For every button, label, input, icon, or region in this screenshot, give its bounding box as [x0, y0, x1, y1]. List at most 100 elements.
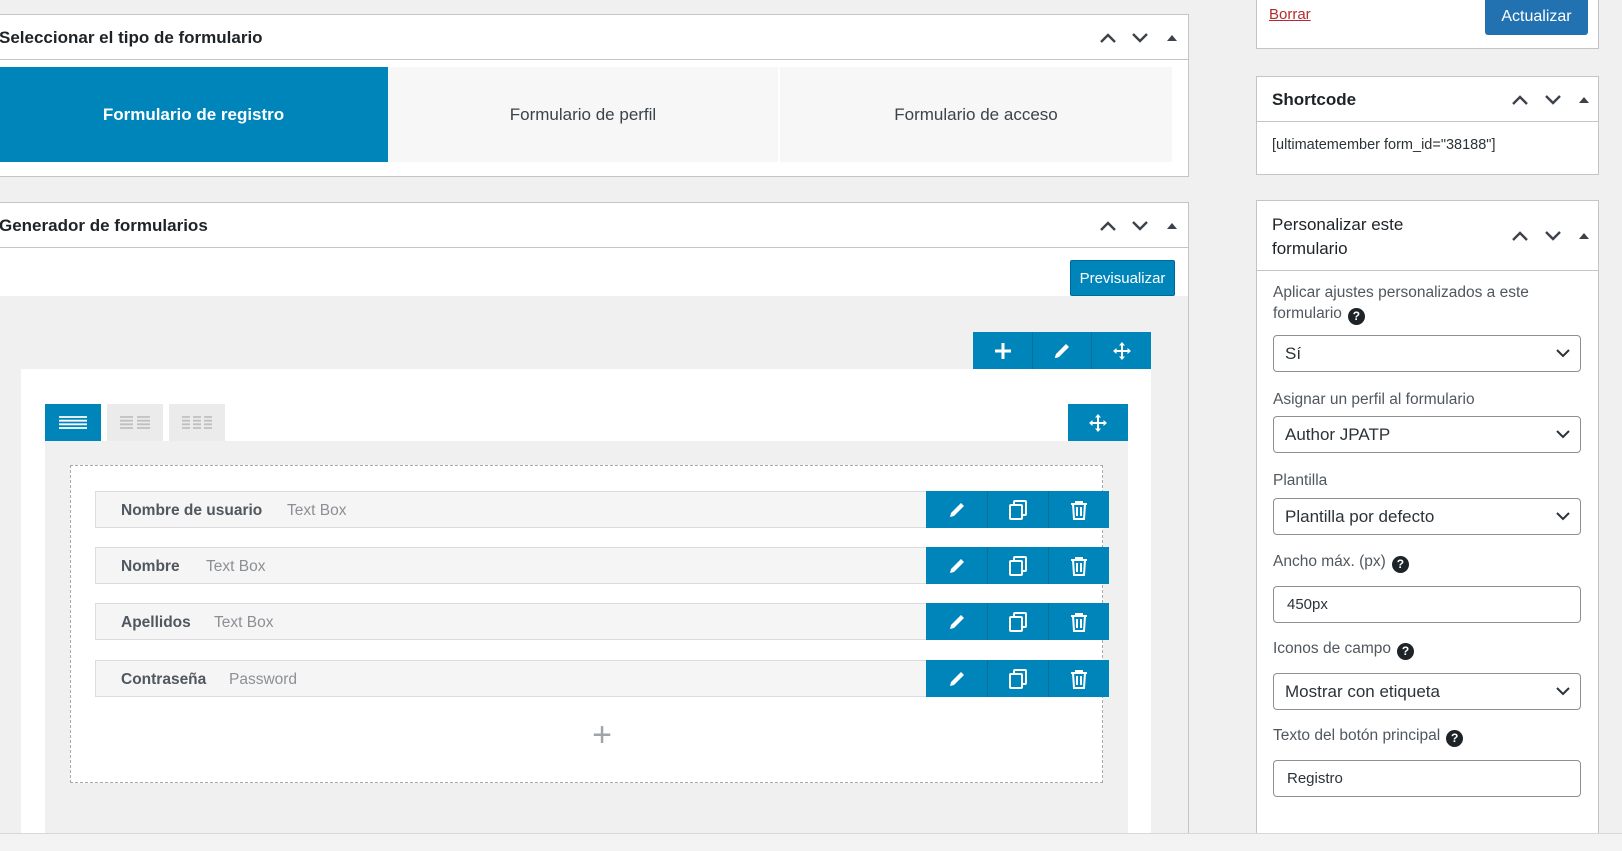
primary-button-text-input[interactable]: Registro [1273, 760, 1581, 797]
preview-button[interactable]: Previsualizar [1070, 260, 1175, 296]
field-actions [926, 491, 1109, 528]
apply-settings-select[interactable]: Sí [1273, 335, 1581, 372]
move-down-button[interactable] [1542, 225, 1564, 247]
chevron-down-icon [1545, 231, 1561, 241]
select-value: Author JPATP [1285, 425, 1391, 444]
plus-icon [994, 342, 1011, 359]
field-icons-select[interactable]: Mostrar con etiqueta [1273, 673, 1581, 710]
field-name: Contraseña [121, 671, 207, 688]
edit-field-button[interactable] [926, 491, 987, 528]
customize-box: Personalizar este formulario Aplicar aju… [1256, 200, 1599, 851]
help-icon[interactable]: ? [1391, 556, 1409, 573]
delete-link[interactable]: Borrar [1269, 6, 1311, 23]
three-column-icon [182, 415, 212, 429]
pencil-icon [949, 671, 964, 686]
delete-field-button[interactable] [1048, 547, 1109, 584]
tab-login-form[interactable]: Formulario de acceso [780, 67, 1172, 162]
layout-one-column-button[interactable] [45, 404, 101, 441]
move-up-button[interactable] [1097, 27, 1119, 49]
chevron-up-icon [1100, 221, 1116, 231]
duplicate-field-button[interactable] [987, 603, 1048, 640]
apply-settings-label: Aplicar ajustes personalizados a este fo… [1273, 282, 1529, 325]
template-select[interactable]: Plantilla por defecto [1273, 498, 1581, 535]
tab-registration-form[interactable]: Formulario de registro [0, 67, 388, 162]
os-taskbar [0, 833, 1622, 851]
delete-field-button[interactable] [1048, 603, 1109, 640]
shortcode-title: Shortcode [1272, 90, 1357, 109]
toggle-panel-button[interactable] [1573, 225, 1595, 247]
chevron-down-icon [1545, 95, 1561, 105]
chevron-down-icon [1132, 33, 1148, 43]
duplicate-field-button[interactable] [987, 660, 1048, 697]
edit-row-button[interactable] [1032, 332, 1091, 369]
move-up-button[interactable] [1509, 89, 1531, 111]
move-up-button[interactable] [1097, 215, 1119, 237]
add-field-button[interactable]: + [587, 717, 617, 753]
edit-field-button[interactable] [926, 603, 987, 640]
move-down-button[interactable] [1542, 89, 1564, 111]
primary-button-text-label: Texto del botón principal? [1273, 725, 1464, 747]
publish-box: Borrar Actualizar [1256, 0, 1599, 49]
move-up-button[interactable] [1509, 225, 1531, 247]
field-actions [926, 547, 1109, 584]
duplicate-icon [1009, 555, 1027, 576]
move-row-button[interactable] [1091, 332, 1151, 369]
role-select[interactable]: Author JPATP [1273, 416, 1581, 453]
apply-settings-label-line1: Aplicar ajustes personalizados a este [1273, 284, 1529, 301]
toggle-panel-button[interactable] [1161, 27, 1183, 49]
layout-three-column-button[interactable] [169, 404, 225, 441]
field-row-last-name[interactable]: Apellidos Text Box [95, 603, 1109, 640]
field-name: Nombre [121, 558, 180, 575]
customize-title-line2: formulario [1272, 239, 1348, 258]
max-width-input[interactable]: 450px [1273, 586, 1581, 623]
select-chevron-icon [1556, 512, 1570, 521]
role-label: Asignar un perfil al formulario [1273, 391, 1475, 408]
help-icon[interactable]: ? [1347, 308, 1365, 325]
update-button[interactable]: Actualizar [1485, 0, 1588, 35]
duplicate-field-button[interactable] [987, 491, 1048, 528]
input-value: 450px [1287, 596, 1328, 613]
field-row-first-name[interactable]: Nombre Text Box [95, 547, 1109, 584]
delete-field-button[interactable] [1048, 660, 1109, 697]
one-column-icon [59, 415, 87, 429]
duplicate-field-button[interactable] [987, 547, 1048, 584]
add-row-button[interactable] [973, 332, 1032, 369]
form-builder-header: Generador de formularios [0, 203, 1188, 248]
select-chevron-icon [1556, 430, 1570, 439]
toggle-triangle-icon [1579, 233, 1589, 239]
move-down-button[interactable] [1129, 215, 1151, 237]
help-icon[interactable]: ? [1397, 643, 1415, 660]
field-row-username[interactable]: Nombre de usuario Text Box [95, 491, 1109, 528]
page-scrollbar[interactable] [1604, 0, 1622, 833]
max-width-label-text: Ancho máx. (px) [1273, 553, 1386, 570]
form-row: Nombre de usuario Text Box Nombre Text B… [21, 369, 1151, 851]
form-type-box: Seleccionar el tipo de formulario Formul… [0, 14, 1189, 177]
pencil-icon [1055, 343, 1069, 358]
row-toolbar [973, 332, 1151, 369]
edit-field-button[interactable] [926, 660, 987, 697]
help-icon[interactable]: ? [1446, 730, 1464, 747]
duplicate-icon [1009, 611, 1027, 632]
field-row-password[interactable]: Contraseña Password [95, 660, 1109, 697]
layout-two-column-button[interactable] [107, 404, 163, 441]
trash-icon [1071, 669, 1087, 689]
move-icon [1112, 341, 1131, 360]
select-chevron-icon [1556, 687, 1570, 696]
customize-title-line1: Personalizar este [1272, 215, 1404, 234]
move-column-button[interactable] [1068, 404, 1128, 441]
duplicate-icon [1009, 668, 1027, 689]
toggle-panel-button[interactable] [1573, 89, 1595, 111]
delete-field-button[interactable] [1048, 491, 1109, 528]
input-value: Registro [1287, 770, 1343, 787]
field-type: Password [229, 671, 298, 688]
apply-settings-label-line2-wrap: formulario? [1273, 305, 1365, 325]
edit-field-button[interactable] [926, 547, 987, 584]
tab-label: Formulario de registro [102, 104, 285, 124]
move-down-button[interactable] [1129, 27, 1151, 49]
primary-button-text-label-text: Texto del botón principal [1273, 727, 1441, 744]
duplicate-icon [1009, 499, 1027, 520]
tab-profile-form[interactable]: Formulario de perfil [388, 67, 778, 162]
field-icons-label-text: Iconos de campo [1273, 640, 1392, 657]
toggle-panel-button[interactable] [1161, 215, 1183, 237]
form-type-header: Seleccionar el tipo de formulario [0, 15, 1188, 60]
